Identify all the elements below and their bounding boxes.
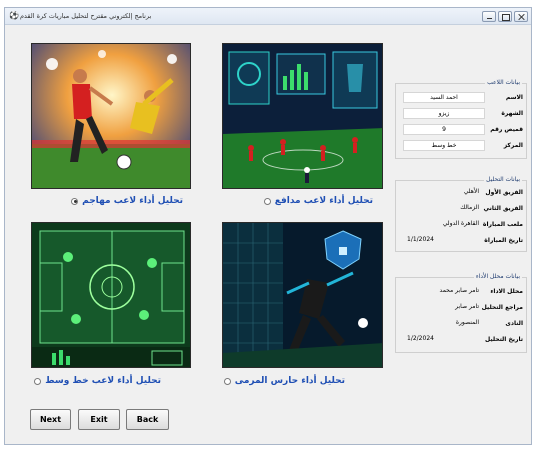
stadium-field[interactable]: القاهرة الدولي [403,219,485,230]
analysis-date-label: تاريخ التحليل [485,336,523,343]
stadium-label: ملعب المباراة [482,221,523,228]
team2-field[interactable]: الزمالك [403,203,485,214]
player-name-row: الاسم احمد السيد [396,92,526,104]
option-goalkeeper-label: تحليل أداء حارس المرمى [234,376,345,386]
exit-button[interactable]: Exit [78,409,120,430]
option-midfielder-label: تحليل أداء لاعب خط وسط [45,376,161,386]
analysis-date-field[interactable]: 1/2/2024 [403,334,485,345]
team2-label: الفريق الثاني [483,205,523,212]
back-button[interactable]: Back [126,409,169,430]
player-nickname-label: الشهرة [501,110,523,117]
analyst-field[interactable]: تامر صابر محمد [403,286,485,297]
analyst-label: محلل الاداء [490,288,523,295]
option-attacker[interactable]: تحليل أداء لاعب مهاجم [71,196,183,206]
reviewer-label: مراجع التحليل [481,304,523,311]
close-button[interactable] [514,11,528,22]
team1-label: الفريق الأول [485,189,523,196]
stadium-row: ملعب المباراة القاهرة الدولي [396,219,526,231]
option-defender-radio[interactable] [263,197,271,205]
option-attacker-radio[interactable] [71,197,79,205]
option-defender-label: تحليل أداء لاعب مدافع [274,196,373,206]
goalkeeper-image[interactable] [222,222,383,368]
analyst-row: محلل الاداء تامر صابر محمد [396,286,526,298]
player-position-field[interactable]: خط وسط [403,140,485,151]
analyst-group-title: بيانات محلل الأداء [473,273,522,280]
match-group-title: بيانات التحليل [484,176,522,183]
option-midfielder-radio[interactable] [34,377,42,385]
player-group-title: بيانات اللاعب [485,79,522,86]
team1-field[interactable]: الأهلي [403,187,485,198]
attacker-image[interactable] [31,43,191,189]
player-name-field[interactable]: احمد السيد [403,92,485,103]
next-button[interactable]: Next [30,409,71,430]
analysis-date-row: تاريخ التحليل 1/2/2024 [396,334,526,346]
analyst-data-group: بيانات محلل الأداء محلل الاداء تامر صابر… [395,273,527,353]
option-defender[interactable]: تحليل أداء لاعب مدافع [263,196,373,206]
option-midfielder[interactable]: تحليل أداء لاعب خط وسط [34,376,161,386]
player-position-row: المركز خط وسط [396,140,526,152]
match-date-row: تاريخ المباراة 1/1/2024 [396,235,526,247]
club-row: النادى المنصورة [396,318,526,330]
player-shirt-field[interactable]: 9 [403,124,485,135]
player-shirt-row: قميص رقم 9 [396,124,526,136]
player-data-group: بيانات اللاعب الاسم احمد السيد الشهرة زي… [395,79,527,159]
window-title: برنامج إلكتروني مقترح لتحليل مباريات كرة… [20,12,152,20]
match-date-label: تاريخ المباراة [484,237,523,244]
reviewer-field[interactable]: تامر صابر [403,302,485,313]
maximize-button[interactable] [498,11,512,22]
club-label: النادى [505,320,523,327]
midfielder-image[interactable] [31,222,191,368]
app-icon: ⚽ [9,11,19,20]
team1-row: الفريق الأول الأهلي [396,187,526,199]
defender-image[interactable] [222,43,383,189]
match-data-group: بيانات التحليل الفريق الأول الأهلي الفري… [395,176,527,252]
match-date-field[interactable]: 1/1/2024 [403,235,485,246]
reviewer-row: مراجع التحليل تامر صابر [396,302,526,314]
minimize-button[interactable] [482,11,496,22]
player-position-label: المركز [503,142,523,149]
option-attacker-label: تحليل أداء لاعب مهاجم [82,196,183,206]
club-field[interactable]: المنصورة [403,318,485,329]
player-name-label: الاسم [505,94,523,101]
option-goalkeeper-radio[interactable] [223,377,231,385]
player-nickname-field[interactable]: زيزو [403,108,485,119]
option-goalkeeper[interactable]: تحليل أداء حارس المرمى [223,376,345,386]
player-shirt-label: قميص رقم [490,126,523,133]
player-nickname-row: الشهرة زيزو [396,108,526,120]
title-bar: ⚽ برنامج إلكتروني مقترح لتحليل مباريات ك… [5,8,531,25]
team2-row: الفريق الثاني الزمالك [396,203,526,215]
